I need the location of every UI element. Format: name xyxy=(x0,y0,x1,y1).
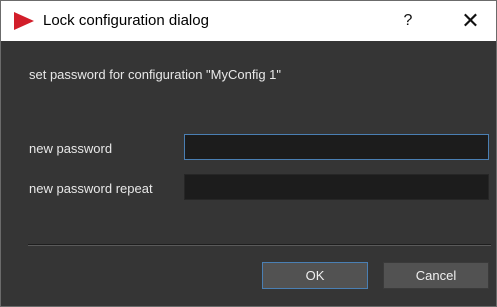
help-button[interactable]: ? xyxy=(385,1,431,41)
window-title: Lock configuration dialog xyxy=(43,12,209,29)
app-logo-icon xyxy=(14,12,34,30)
new-password-label: new password xyxy=(29,141,113,156)
title-bar[interactable]: Lock configuration dialog ? ✕ xyxy=(1,1,496,41)
dialog-message: set password for configuration "MyConfig… xyxy=(29,67,282,82)
lock-config-dialog: Lock configuration dialog ? ✕ set passwo… xyxy=(0,0,497,307)
close-button[interactable]: ✕ xyxy=(445,1,496,41)
cancel-button[interactable]: Cancel xyxy=(383,262,489,289)
separator xyxy=(28,244,491,246)
new-password-repeat-input[interactable] xyxy=(184,174,489,200)
new-password-input[interactable] xyxy=(184,134,489,160)
ok-button[interactable]: OK xyxy=(262,262,368,289)
new-password-repeat-label: new password repeat xyxy=(29,181,153,196)
